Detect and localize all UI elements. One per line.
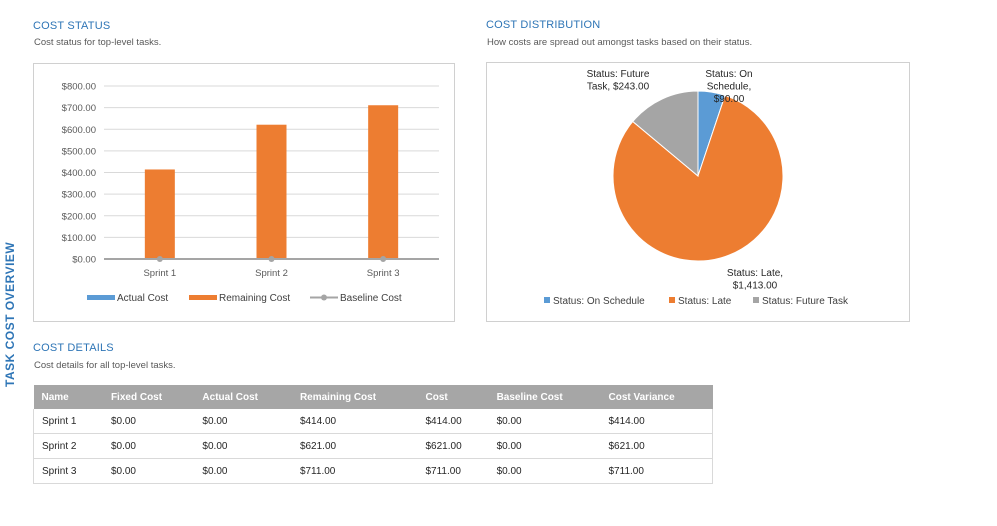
legend-label-status-on-schedule: Status: On Schedule <box>553 296 645 307</box>
legend-item-status-future-task: Status: Future Task <box>753 296 849 307</box>
cell-fixed-cost: $0.00 <box>102 433 195 459</box>
cell-fixed-cost: $0.00 <box>102 458 195 484</box>
table-row[interactable]: Sprint 3 $0.00 $0.00 $711.00 $711.00 $0.… <box>32 458 713 484</box>
page-title: TASK COST OVERVIEW <box>3 241 17 387</box>
column-header-baseline-cost[interactable]: Baseline Cost <box>488 385 601 409</box>
cell-baseline-cost: $0.00 <box>488 409 601 434</box>
pie-data-label-line: Status: Late, <box>727 268 783 279</box>
table-row[interactable]: Sprint 2 $0.00 $0.00 $621.00 $621.00 $0.… <box>32 433 713 459</box>
x-tick-label: Sprint 2 <box>255 268 288 279</box>
cell-baseline-cost: $0.00 <box>488 433 601 459</box>
legend-item-actual-cost: Actual Cost <box>87 293 168 304</box>
y-tick-label: $700.00 <box>62 103 96 114</box>
cost-status-chart-panel[interactable]: $0.00 $100.00 $200.00 $300.00 $400.00 $500.00… <box>33 63 455 322</box>
y-tick-label: $400.00 <box>62 168 96 179</box>
cell-name: Sprint 3 <box>32 458 103 484</box>
column-header-cost-variance[interactable]: Cost Variance <box>600 385 713 409</box>
legend-item-status-on-schedule: Status: On Schedule <box>544 296 645 307</box>
pie-data-label-status-late: Status: Late, $1,413.00 <box>727 268 783 292</box>
cost-details-table[interactable]: Name Fixed Cost Actual Cost Remaining Co… <box>32 385 713 484</box>
cost-details-subtitle: Cost details for all top-level tasks. <box>34 360 176 371</box>
pie-data-label-line: Task, $243.00 <box>587 82 650 93</box>
legend-item-status-late: Status: Late <box>669 296 732 307</box>
legend-label-remaining-cost: Remaining Cost <box>219 293 290 304</box>
legend-swatch-status-on-schedule <box>544 297 550 303</box>
y-tick-label: $800.00 <box>62 82 96 93</box>
cell-cost-variance: $711.00 <box>600 458 713 484</box>
cell-cost: $621.00 <box>417 433 489 459</box>
cost-distribution-chart: Status: On Schedule, $90.00 Status: Late, $1… <box>544 69 849 307</box>
column-header-fixed-cost[interactable]: Fixed Cost <box>102 385 195 409</box>
pie-data-label-status-future-task: Status: Future Task, $243.00 <box>587 69 650 93</box>
pie-data-label-line: $90.00 <box>714 94 745 105</box>
cost-status-chart: $0.00 $100.00 $200.00 $300.00 $400.00 $500.00… <box>62 82 439 304</box>
legend-swatch-status-late <box>669 297 675 303</box>
legend-item-remaining-cost: Remaining Cost <box>189 293 290 304</box>
pie-data-label-line: $1,413.00 <box>733 281 778 292</box>
cell-actual-cost: $0.00 <box>194 458 292 484</box>
cell-fixed-cost: $0.00 <box>102 409 195 434</box>
column-header-cost[interactable]: Cost <box>417 385 489 409</box>
cell-cost: $711.00 <box>417 458 489 484</box>
y-tick-label: $0.00 <box>72 255 96 266</box>
legend-label-baseline-cost: Baseline Cost <box>340 293 402 304</box>
column-header-remaining-cost[interactable]: Remaining Cost <box>291 385 418 409</box>
pie-data-label-line: Status: Future <box>587 69 650 80</box>
table-header-row: Name Fixed Cost Actual Cost Remaining Co… <box>33 385 713 409</box>
baseline-cost-point[interactable] <box>268 256 275 262</box>
x-tick-label: Sprint 3 <box>367 268 400 279</box>
cell-remaining-cost: $414.00 <box>291 409 418 434</box>
legend-swatch-actual-cost <box>87 295 115 300</box>
cost-status-subtitle: Cost status for top-level tasks. <box>34 37 162 48</box>
y-tick-label: $200.00 <box>62 211 96 222</box>
y-tick-label: $600.00 <box>62 125 96 136</box>
pie-data-label-line: Status: On <box>705 69 752 80</box>
bar-remaining-cost[interactable] <box>368 105 399 259</box>
cost-distribution-title: COST DISTRIBUTION <box>486 19 601 31</box>
cell-actual-cost: $0.00 <box>194 433 292 459</box>
baseline-cost-point[interactable] <box>156 256 163 262</box>
y-tick-label: $500.00 <box>62 146 96 157</box>
cost-details-title: COST DETAILS <box>33 342 114 354</box>
cell-remaining-cost: $621.00 <box>291 433 418 459</box>
column-header-actual-cost[interactable]: Actual Cost <box>194 385 292 409</box>
cost-status-title: COST STATUS <box>33 20 111 32</box>
legend-item-baseline-cost: Baseline Cost <box>310 293 402 304</box>
legend-label-status-late: Status: Late <box>678 296 732 307</box>
cell-actual-cost: $0.00 <box>194 409 292 434</box>
y-tick-label: $300.00 <box>62 190 96 201</box>
cell-cost: $414.00 <box>417 409 489 434</box>
column-header-name[interactable]: Name <box>33 385 103 409</box>
cell-name: Sprint 2 <box>32 433 103 459</box>
bar-remaining-cost[interactable] <box>256 124 287 259</box>
legend-label-actual-cost: Actual Cost <box>117 293 168 304</box>
legend-label-status-future-task: Status: Future Task <box>762 296 849 307</box>
cell-name: Sprint 1 <box>32 409 103 434</box>
cost-distribution-subtitle: How costs are spread out amongst tasks b… <box>487 37 753 48</box>
legend-swatch-status-future-task <box>753 297 759 303</box>
x-tick-label: Sprint 1 <box>143 268 176 279</box>
pie-data-label-line: Schedule, <box>707 82 751 93</box>
legend-marker-baseline-cost <box>321 294 327 301</box>
y-tick-label: $100.00 <box>62 233 96 244</box>
cell-cost-variance: $414.00 <box>600 409 713 434</box>
cell-baseline-cost: $0.00 <box>488 458 601 484</box>
cell-cost-variance: $621.00 <box>600 433 713 459</box>
table-row[interactable]: Sprint 1 $0.00 $0.00 $414.00 $414.00 $0.… <box>32 409 713 434</box>
legend-swatch-remaining-cost <box>189 295 217 300</box>
bar-remaining-cost[interactable] <box>144 169 175 259</box>
baseline-cost-point[interactable] <box>380 256 387 262</box>
cost-distribution-chart-panel[interactable]: Status: On Schedule, $90.00 Status: Late, $1… <box>486 62 910 322</box>
cell-remaining-cost: $711.00 <box>291 458 418 484</box>
